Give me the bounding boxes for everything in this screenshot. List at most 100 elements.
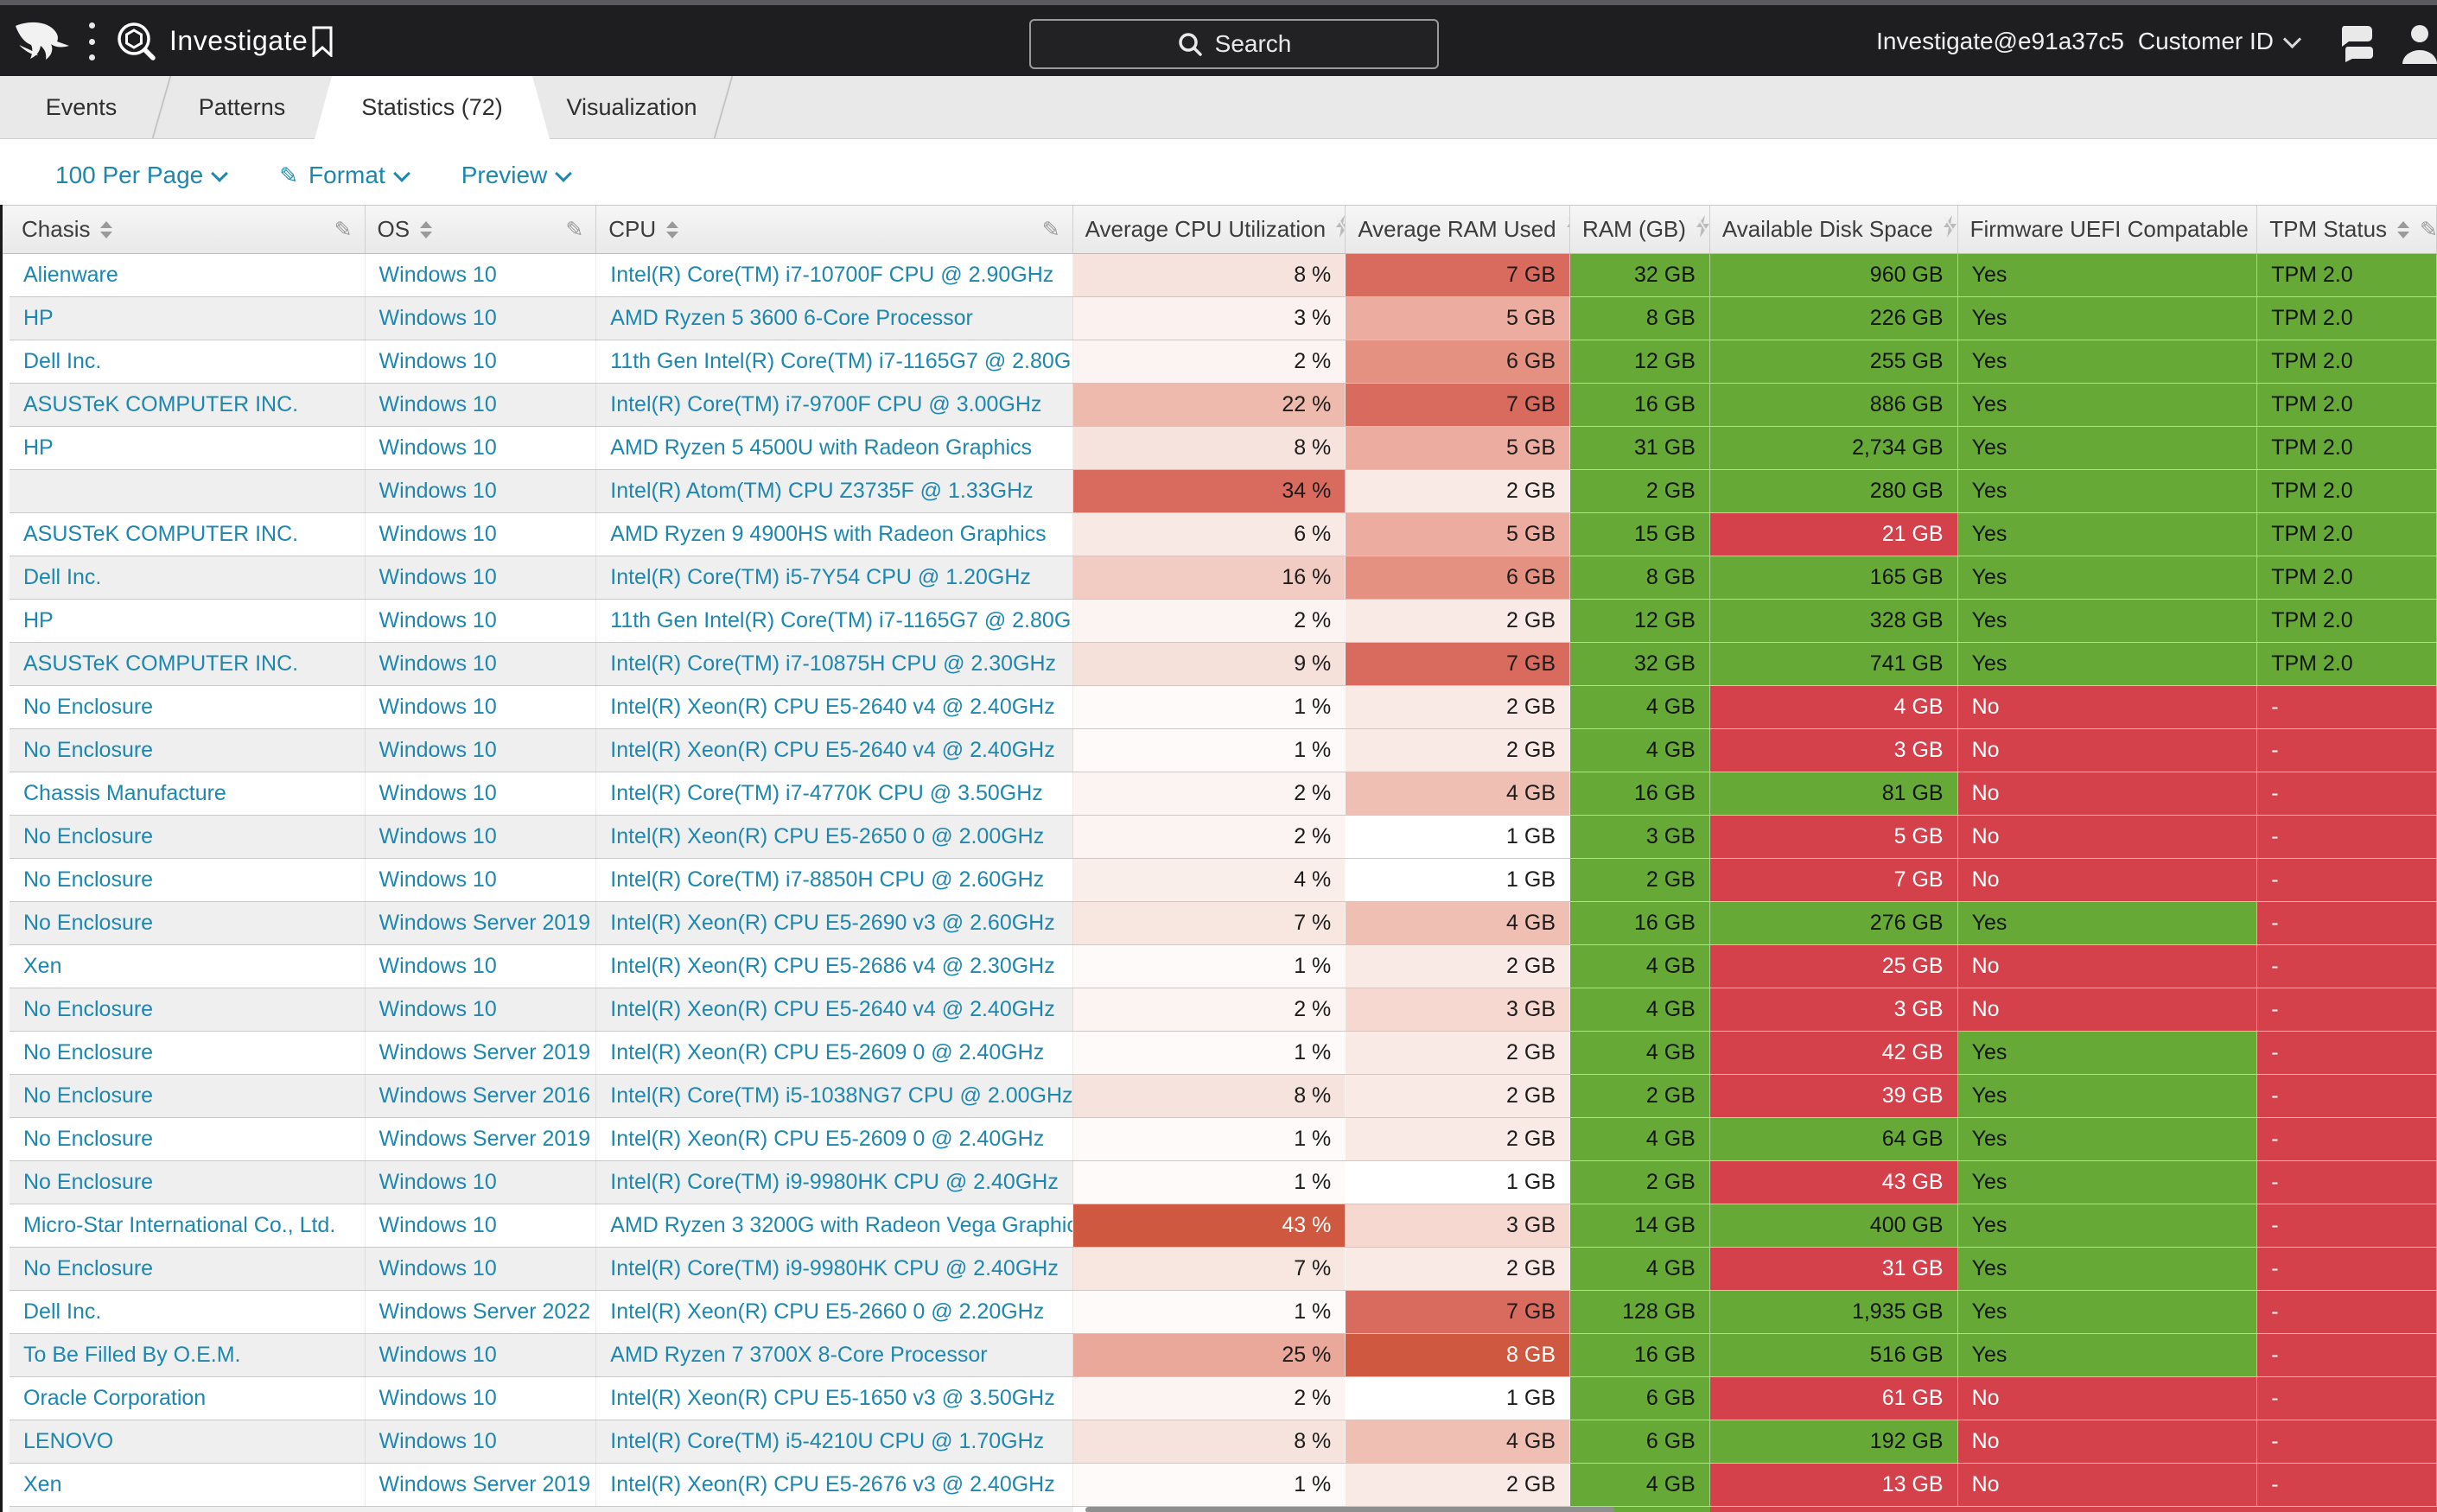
- cpu-link[interactable]: AMD Ryzen 3 3200G with Radeon Vega Graph…: [596, 1204, 1072, 1247]
- per-page-dropdown[interactable]: 100 Per Page: [55, 162, 226, 189]
- cpu-link[interactable]: Intel(R) Core(TM) i7-10700F CPU @ 2.90GH…: [596, 254, 1072, 296]
- cpu-link[interactable]: Intel(R) Xeon(R) CPU E5-2686 v4 @ 2.30GH…: [596, 945, 1072, 988]
- cpu-link[interactable]: Intel(R) Core(TM) i9-9980HK CPU @ 2.40GH…: [596, 1248, 1072, 1290]
- cpu-link[interactable]: Intel(R) Core(TM) i5-7Y54 CPU @ 1.20GHz: [596, 556, 1072, 599]
- cpu-link[interactable]: Intel(R) Xeon(R) CPU E5-2640 v4 @ 2.40GH…: [596, 729, 1072, 772]
- os-link[interactable]: Windows 10: [366, 988, 597, 1031]
- cpu-link[interactable]: Intel(R) Core(TM) i7-8850H CPU @ 2.60GHz: [596, 859, 1072, 901]
- chassis-link[interactable]: ASUSTeK COMPUTER INC.: [10, 643, 366, 685]
- chassis-link[interactable]: Xen: [10, 1464, 366, 1506]
- os-link[interactable]: Windows 10: [366, 254, 597, 296]
- chassis-link[interactable]: No Enclosure: [10, 1075, 366, 1117]
- cpu-link[interactable]: Intel(R) Xeon(R) CPU E5-2690 v3 @ 2.60GH…: [596, 902, 1072, 944]
- os-link[interactable]: Windows 10: [366, 1161, 597, 1204]
- sort-icon[interactable]: [666, 221, 678, 238]
- chassis-link[interactable]: No Enclosure: [10, 1161, 366, 1204]
- column-header-available-disk-space[interactable]: Available Disk Space: [1710, 206, 1958, 253]
- sort-icon[interactable]: [2397, 221, 2409, 238]
- chassis-link[interactable]: Alienware: [10, 254, 366, 296]
- edit-column-icon[interactable]: ✎: [2420, 217, 2437, 243]
- cpu-link[interactable]: Intel(R) Xeon(R) CPU E5-2609 0 @ 2.40GHz: [596, 1118, 1072, 1160]
- cpu-link[interactable]: AMD Ryzen 9 4900HS with Radeon Graphics: [596, 513, 1072, 556]
- os-link[interactable]: Windows 10: [366, 816, 597, 858]
- column-header-average-ram-used[interactable]: Average RAM Used: [1346, 206, 1570, 253]
- app-switcher-dots-icon[interactable]: [86, 22, 97, 60]
- tab-patterns[interactable]: Patterns: [169, 76, 315, 138]
- chassis-link[interactable]: To Be Filled By O.E.M.: [10, 1334, 366, 1376]
- os-link[interactable]: Windows 10: [366, 556, 597, 599]
- chassis-link[interactable]: Dell Inc.: [10, 1291, 366, 1333]
- os-link[interactable]: Windows 10: [366, 1377, 597, 1420]
- os-link[interactable]: Windows Server 2019: [366, 1464, 597, 1506]
- chassis-link[interactable]: No Enclosure: [10, 729, 366, 772]
- os-link[interactable]: Windows 10: [366, 600, 597, 642]
- cpu-link[interactable]: Intel(R) Xeon(R) CPU E5-2609 0 @ 2.40GHz: [596, 1032, 1072, 1074]
- column-header-tpm-status[interactable]: TPM Status✎: [2257, 206, 2437, 253]
- edit-column-icon[interactable]: ✎: [1042, 217, 1060, 243]
- cpu-link[interactable]: Intel(R) Xeon(R) CPU E5-2640 v4 @ 2.40GH…: [596, 686, 1072, 728]
- cpu-link[interactable]: Intel(R) Core(TM) i7-9700F CPU @ 3.00GHz: [596, 384, 1072, 426]
- tab-visualization[interactable]: Visualization: [550, 76, 714, 138]
- os-link[interactable]: Windows 10: [366, 729, 597, 772]
- tab-events[interactable]: Events: [9, 76, 154, 138]
- chassis-link[interactable]: No Enclosure: [10, 1248, 366, 1290]
- os-link[interactable]: Windows Server 2022: [366, 1291, 597, 1333]
- chassis-link[interactable]: Micro-Star International Co., Ltd.: [10, 1204, 366, 1247]
- os-link[interactable]: Windows 10: [366, 470, 597, 512]
- chassis-link[interactable]: No Enclosure: [10, 1032, 366, 1074]
- os-link[interactable]: Windows Server 2016: [366, 1075, 597, 1117]
- chassis-link[interactable]: HP: [10, 600, 366, 642]
- os-link[interactable]: Windows 10: [366, 340, 597, 383]
- cpu-link[interactable]: Intel(R) Xeon(R) CPU E5-2650 0 @ 2.00GHz: [596, 816, 1072, 858]
- chassis-link[interactable]: No Enclosure: [10, 902, 366, 944]
- column-header-os[interactable]: OS✎: [366, 206, 597, 253]
- cpu-link[interactable]: Intel(R) Core(TM) i9-9980HK CPU @ 2.40GH…: [596, 1161, 1072, 1204]
- tab-statistics[interactable]: Statistics (72): [315, 76, 550, 139]
- os-link[interactable]: Windows 10: [366, 1248, 597, 1290]
- chassis-link[interactable]: Dell Inc.: [10, 340, 366, 383]
- chassis-link[interactable]: HP: [10, 297, 366, 340]
- cpu-link[interactable]: Intel(R) Xeon(R) CPU E5-2676 v3 @ 2.40GH…: [596, 1464, 1072, 1506]
- cpu-link[interactable]: 11th Gen Intel(R) Core(TM) i7-1165G7 @ 2…: [596, 600, 1072, 642]
- chassis-link[interactable]: [10, 470, 366, 512]
- cpu-link[interactable]: 11th Gen Intel(R) Core(TM) i7-1165G7 @ 2…: [596, 340, 1072, 383]
- os-link[interactable]: Windows 10: [366, 772, 597, 815]
- os-link[interactable]: Windows 10: [366, 427, 597, 469]
- customer-id-menu[interactable]: Customer ID: [2138, 28, 2299, 55]
- os-link[interactable]: Windows Server 2019: [366, 1118, 597, 1160]
- os-link[interactable]: Windows 10: [366, 384, 597, 426]
- sort-icon[interactable]: [420, 221, 432, 238]
- column-header-firmware-uefi-compatable[interactable]: Firmware UEFI Compatable: [1958, 206, 2258, 253]
- cpu-link[interactable]: Intel(R) Core(TM) i5-4210U CPU @ 1.70GHz: [596, 1420, 1072, 1463]
- os-link[interactable]: Windows 10: [366, 686, 597, 728]
- chassis-link[interactable]: No Enclosure: [10, 988, 366, 1031]
- cpu-link[interactable]: Intel(R) Xeon(R) CPU E5-2640 v4 @ 2.40GH…: [596, 988, 1072, 1031]
- cpu-link[interactable]: Intel(R) Xeon(R) CPU E5-2660 0 @ 2.20GHz: [596, 1291, 1072, 1333]
- cpu-link[interactable]: Intel(R) Core(TM) i7-4770K CPU @ 3.50GHz: [596, 772, 1072, 815]
- os-link[interactable]: Windows Server 2019: [366, 1032, 597, 1074]
- column-header-chasis[interactable]: Chasis✎: [10, 206, 366, 253]
- os-link[interactable]: Windows 10: [366, 297, 597, 340]
- chassis-link[interactable]: Dell Inc.: [10, 556, 366, 599]
- chassis-link[interactable]: No Enclosure: [10, 1118, 366, 1160]
- cpu-link[interactable]: Intel(R) Core(TM) i5-1038NG7 CPU @ 2.00G…: [596, 1075, 1072, 1117]
- column-header-ram-gb[interactable]: RAM (GB): [1570, 206, 1710, 253]
- os-link[interactable]: Windows 10: [366, 945, 597, 988]
- chassis-link[interactable]: No Enclosure: [10, 686, 366, 728]
- os-link[interactable]: Windows 10: [366, 643, 597, 685]
- chassis-link[interactable]: ASUSTeK COMPUTER INC.: [10, 384, 366, 426]
- crowdstrike-falcon-logo-icon[interactable]: [14, 19, 71, 64]
- chat-icon[interactable]: [2337, 22, 2377, 62]
- os-link[interactable]: Windows 10: [366, 1420, 597, 1463]
- cpu-link[interactable]: Intel(R) Atom(TM) CPU Z3735F @ 1.33GHz: [596, 470, 1072, 512]
- bookmark-icon[interactable]: [311, 26, 334, 57]
- account-menu[interactable]: Investigate@e91a37c5: [1876, 28, 2124, 55]
- chassis-link[interactable]: LENOVO: [10, 1420, 366, 1463]
- os-link[interactable]: Windows 10: [366, 1204, 597, 1247]
- os-link[interactable]: Windows 10: [366, 513, 597, 556]
- chassis-link[interactable]: ASUSTeK COMPUTER INC.: [10, 513, 366, 556]
- column-header-cpu[interactable]: CPU✎: [596, 206, 1072, 253]
- os-link[interactable]: Windows 10: [366, 1334, 597, 1376]
- sort-icon[interactable]: [100, 221, 112, 238]
- preview-dropdown[interactable]: Preview: [461, 162, 570, 189]
